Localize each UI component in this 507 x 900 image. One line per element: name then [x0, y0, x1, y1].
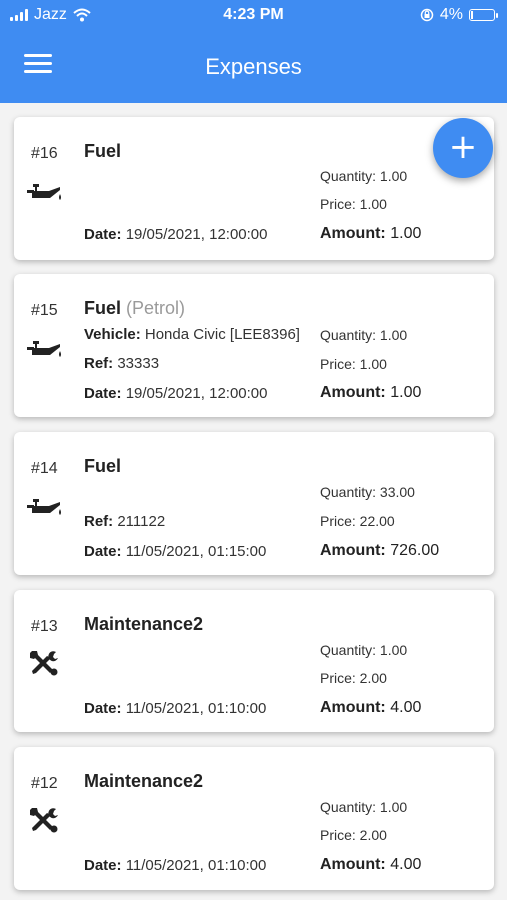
oil-can-icon: [27, 184, 61, 200]
expense-card[interactable]: #15 Fuel (Petrol) Vehicle: Honda Civic […: [14, 274, 494, 417]
expense-amount: Amount: 1.00: [320, 384, 422, 401]
battery-percent: 4%: [439, 6, 463, 23]
tools-icon: [30, 808, 58, 833]
expense-price: Price: 2.00: [320, 670, 387, 686]
expense-amount: Amount: 726.00: [320, 542, 440, 559]
expense-type: Fuel (Petrol): [84, 298, 186, 318]
expense-number: #13: [31, 618, 58, 635]
expense-price: Price: 2.00: [320, 827, 387, 843]
app-bar: Expenses: [0, 30, 507, 103]
expense-date: Date: 19/05/2021, 12:00:00: [84, 226, 268, 243]
expense-date: Date: 11/05/2021, 01:10:00: [84, 857, 267, 874]
expense-type: Maintenance2: [84, 614, 204, 634]
expense-card[interactable]: #13 Maintenance2 Quantity: 1.00 Price: 2…: [14, 590, 494, 732]
battery-icon: [469, 9, 498, 21]
expense-list[interactable]: #16 Fuel Quantity: 1.00 Price: 1.00 Date…: [0, 103, 507, 900]
expense-amount: Amount: 4.00: [320, 856, 422, 873]
expense-number: #16: [31, 145, 58, 162]
expense-date: Date: 11/05/2021, 01:10:00: [84, 700, 267, 717]
expense-price: Price: 1.00: [320, 356, 387, 372]
status-bar: Jazz 4:23 PM 4%: [0, 0, 507, 30]
status-right: 4%: [420, 6, 498, 24]
add-expense-button[interactable]: +: [433, 118, 493, 178]
orientation-lock-icon: [420, 8, 434, 22]
expense-number: #14: [31, 460, 58, 477]
expense-number: #12: [31, 775, 58, 792]
expense-amount: Amount: 4.00: [320, 699, 422, 716]
expense-quantity: Quantity: 1.00: [320, 168, 408, 184]
expense-price: Price: 22.00: [320, 513, 395, 529]
expense-subtype: (Petrol): [126, 298, 186, 318]
expense-date: Date: 19/05/2021, 12:00:00: [84, 385, 268, 402]
expense-quantity: Quantity: 33.00: [320, 484, 415, 500]
expense-card[interactable]: #14 Fuel Quantity: 33.00 Ref: 211122 Pri…: [14, 432, 494, 575]
expense-card[interactable]: #16 Fuel Quantity: 1.00 Price: 1.00 Date…: [14, 117, 494, 260]
expense-type: Fuel: [84, 456, 122, 476]
page-title: Expenses: [205, 54, 302, 79]
expense-quantity: Quantity: 1.00: [320, 642, 408, 658]
expense-ref: Ref: 33333: [84, 355, 160, 372]
expense-ref: Ref: 211122: [84, 513, 166, 530]
tools-icon: [30, 651, 58, 676]
expense-quantity: Quantity: 1.00: [320, 799, 408, 815]
expense-number: #15: [31, 302, 58, 319]
oil-can-icon: [27, 499, 61, 515]
expense-type: Maintenance2: [84, 771, 204, 791]
expense-price: Price: 1.00: [320, 196, 387, 212]
expense-card[interactable]: #12 Maintenance2 Quantity: 1.00 Price: 2…: [14, 747, 494, 890]
expense-date: Date: 11/05/2021, 01:15:00: [84, 543, 267, 560]
expense-quantity: Quantity: 1.00: [320, 327, 408, 343]
expense-type: Fuel: [84, 141, 122, 161]
expense-amount: Amount: 1.00: [320, 225, 422, 242]
expense-vehicle: Vehicle: Honda Civic [LEE8396]: [84, 326, 300, 343]
plus-icon: +: [448, 127, 478, 167]
oil-can-icon: [27, 341, 61, 357]
